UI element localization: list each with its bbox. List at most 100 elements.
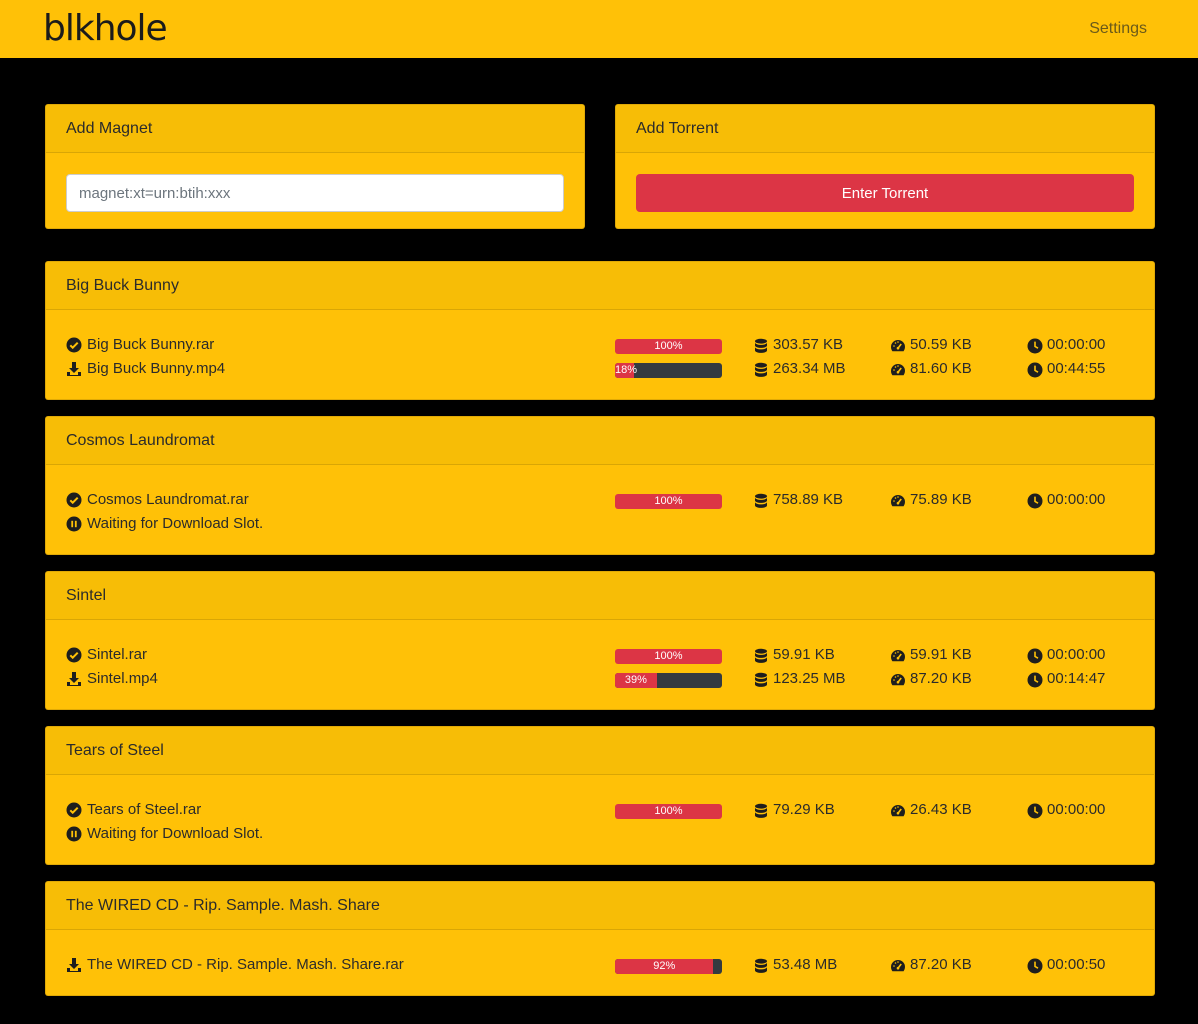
file-row: Waiting for Download Slot. bbox=[46, 823, 1154, 847]
file-size-value: 59.91 KB bbox=[773, 646, 835, 663]
file-name: Sintel.mp4 bbox=[87, 670, 158, 687]
progress-fill: 100% bbox=[615, 649, 722, 664]
database-icon bbox=[753, 671, 769, 687]
eta-value: 00:14:47 bbox=[1047, 670, 1106, 687]
speedometer-icon bbox=[890, 802, 906, 818]
eta-value: 00:00:00 bbox=[1047, 646, 1106, 663]
clock-icon bbox=[1027, 957, 1043, 974]
add-magnet-card: Add Magnet bbox=[45, 104, 585, 229]
database-icon bbox=[753, 647, 769, 663]
download-icon bbox=[66, 957, 82, 973]
progress-bar: 39% bbox=[615, 673, 722, 688]
file-size-value: 53.48 MB bbox=[773, 956, 838, 973]
download-speed-value: 50.59 KB bbox=[910, 336, 972, 353]
speedometer-icon bbox=[890, 337, 906, 353]
progress-fill: 92% bbox=[615, 959, 714, 974]
download-speed-value: 87.20 KB bbox=[910, 956, 972, 973]
file-row: Tears of Steel.rar 100% 79.29 KB 26.43 KB 00… bbox=[46, 799, 1154, 823]
check-circle-icon bbox=[66, 802, 82, 818]
clock-icon bbox=[1027, 492, 1043, 509]
download-speed-value: 75.89 KB bbox=[910, 491, 972, 508]
enter-torrent-button[interactable]: Enter Torrent bbox=[636, 174, 1134, 212]
file-name: Sintel.rar bbox=[87, 646, 148, 663]
file-name: Big Buck Bunny.rar bbox=[87, 336, 215, 353]
check-circle-icon bbox=[66, 492, 82, 508]
database-icon bbox=[753, 957, 769, 973]
torrent-title: Tears of Steel bbox=[46, 727, 1154, 775]
progress-fill: 100% bbox=[615, 339, 722, 354]
database-icon bbox=[753, 361, 769, 377]
file-row: Cosmos Laundromat.rar 100% 758.89 KB 75.89 … bbox=[46, 489, 1154, 513]
progress-fill: 100% bbox=[615, 494, 722, 509]
file-size-value: 79.29 KB bbox=[773, 801, 835, 818]
file-name: Waiting for Download Slot. bbox=[87, 825, 264, 842]
navbar: blkhole Settings bbox=[0, 0, 1198, 58]
torrent-title: Cosmos Laundromat bbox=[46, 417, 1154, 465]
file-row: Big Buck Bunny.rar 100% 303.57 KB 50.59 KB 0… bbox=[46, 334, 1154, 358]
clock-icon bbox=[1027, 802, 1043, 819]
progress-bar: 100% bbox=[615, 339, 722, 354]
eta-value: 00:00:00 bbox=[1047, 801, 1106, 818]
download-speed-value: 87.20 KB bbox=[910, 670, 972, 687]
file-name: The WIRED CD - Rip. Sample. Mash. Share.… bbox=[87, 956, 404, 973]
torrent-card: Sintel Sintel.rar 100% 59.91 KB 59.91 KB 00:0… bbox=[45, 571, 1155, 710]
add-torrent-card: Add Torrent Enter Torrent bbox=[615, 104, 1155, 229]
speedometer-icon bbox=[890, 671, 906, 687]
check-circle-icon bbox=[66, 647, 82, 663]
clock-icon bbox=[1027, 361, 1043, 378]
eta-value: 00:00:00 bbox=[1047, 336, 1106, 353]
add-magnet-title: Add Magnet bbox=[46, 105, 584, 153]
database-icon bbox=[753, 802, 769, 818]
torrent-title: Big Buck Bunny bbox=[46, 262, 1154, 310]
progress-bar: 100% bbox=[615, 494, 722, 509]
speedometer-icon bbox=[890, 647, 906, 663]
check-circle-icon bbox=[66, 337, 82, 353]
file-size-value: 263.34 MB bbox=[773, 360, 846, 377]
add-torrent-title: Add Torrent bbox=[616, 105, 1154, 153]
eta-value: 00:00:50 bbox=[1047, 956, 1106, 973]
speedometer-icon bbox=[890, 492, 906, 508]
torrent-card: Cosmos Laundromat Cosmos Laundromat.rar 10… bbox=[45, 416, 1155, 555]
clock-icon bbox=[1027, 647, 1043, 664]
progress-fill: 39% bbox=[615, 673, 657, 688]
torrent-title: The WIRED CD - Rip. Sample. Mash. Share bbox=[46, 882, 1154, 930]
progress-bar: 100% bbox=[615, 804, 722, 819]
file-row: Sintel.rar 100% 59.91 KB 59.91 KB 00:00:00 bbox=[46, 644, 1154, 668]
clock-icon bbox=[1027, 671, 1043, 688]
eta-value: 00:44:55 bbox=[1047, 360, 1106, 377]
magnet-input[interactable] bbox=[66, 174, 564, 212]
download-speed-value: 59.91 KB bbox=[910, 646, 972, 663]
torrent-card: Tears of Steel Tears of Steel.rar 100% 79.2… bbox=[45, 726, 1155, 865]
speedometer-icon bbox=[890, 361, 906, 377]
file-name: Cosmos Laundromat.rar bbox=[87, 491, 249, 508]
file-size-value: 758.89 KB bbox=[773, 491, 844, 508]
file-size-value: 123.25 MB bbox=[773, 670, 846, 687]
file-row: Sintel.mp4 39% 123.25 MB 87.20 KB 00:14:47 bbox=[46, 668, 1154, 692]
database-icon bbox=[753, 492, 769, 508]
file-size-value: 303.57 KB bbox=[773, 336, 844, 353]
download-icon bbox=[66, 361, 82, 377]
file-name: Big Buck Bunny.mp4 bbox=[87, 360, 226, 377]
file-name: Waiting for Download Slot. bbox=[87, 515, 264, 532]
download-icon bbox=[66, 671, 82, 687]
download-speed-value: 81.60 KB bbox=[910, 360, 972, 377]
torrent-card: Big Buck Bunny Big Buck Bunny.rar 100% 303.… bbox=[45, 261, 1155, 400]
pause-circle-icon bbox=[66, 826, 82, 842]
progress-fill: 18% bbox=[615, 363, 638, 378]
file-name: Tears of Steel.rar bbox=[87, 801, 202, 818]
torrent-card: The WIRED CD - Rip. Sample. Mash. Share T… bbox=[45, 881, 1155, 996]
eta-value: 00:00:00 bbox=[1047, 491, 1106, 508]
file-row: Waiting for Download Slot. bbox=[46, 513, 1154, 537]
progress-fill: 100% bbox=[615, 804, 722, 819]
progress-bar: 100% bbox=[615, 649, 722, 664]
download-speed-value: 26.43 KB bbox=[910, 801, 972, 818]
pause-circle-icon bbox=[66, 516, 82, 532]
progress-bar: 92% bbox=[615, 959, 722, 974]
torrent-title: Sintel bbox=[46, 572, 1154, 620]
settings-link[interactable]: Settings bbox=[1089, 20, 1147, 38]
database-icon bbox=[753, 337, 769, 353]
clock-icon bbox=[1027, 337, 1043, 354]
file-row: Big Buck Bunny.mp4 18% 263.34 MB 81.60 KB 00… bbox=[46, 358, 1154, 382]
brand-logo[interactable]: blkhole bbox=[43, 6, 168, 52]
speedometer-icon bbox=[890, 957, 906, 973]
